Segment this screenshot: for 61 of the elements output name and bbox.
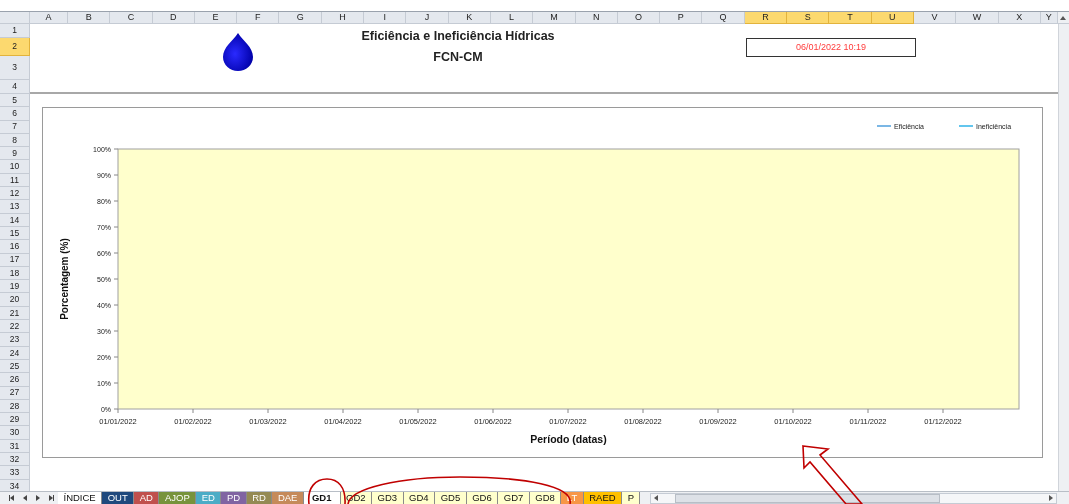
sheet-tab[interactable]: GD4 (403, 491, 436, 504)
sheet-tab[interactable]: GD8 (529, 491, 562, 504)
sheet-tab[interactable]: AD (134, 491, 160, 504)
column-header[interactable]: G (279, 12, 322, 24)
row-header[interactable]: 4 (0, 80, 30, 94)
row-header[interactable]: 23 (0, 333, 30, 347)
column-header[interactable]: P (660, 12, 703, 24)
column-header[interactable]: N (575, 12, 618, 24)
sheet-tab[interactable]: OUT (102, 491, 135, 504)
row-header[interactable]: 16 (0, 240, 30, 254)
column-header[interactable]: V (913, 12, 957, 24)
row-header[interactable]: 22 (0, 320, 30, 334)
sheet-tab[interactable]: PD (221, 491, 247, 504)
column-header[interactable]: A (30, 12, 68, 24)
column-header[interactable]: J (406, 12, 449, 24)
row-header[interactable]: 29 (0, 413, 30, 427)
row-header[interactable]: 1 (0, 24, 30, 38)
column-header[interactable]: R (744, 12, 788, 24)
column-header[interactable]: W (956, 12, 999, 24)
sheet-tab[interactable]: P (622, 491, 641, 504)
row-header[interactable]: 2 (0, 38, 30, 56)
y-axis-title: Porcentagem (%) (59, 238, 70, 320)
column-header[interactable]: O (617, 12, 661, 24)
sheet-tab[interactable]: GD7 (498, 491, 530, 504)
sheet-tab[interactable]: ÍNDICE (58, 491, 103, 504)
sheet-tab[interactable]: GD6 (466, 491, 499, 504)
sheet-tab[interactable]: GD5 (435, 491, 467, 504)
column-header[interactable]: T (829, 12, 872, 24)
column-header[interactable]: F (237, 12, 280, 24)
sheet-tab[interactable]: RAED (583, 491, 623, 504)
column-header[interactable]: K (448, 12, 491, 24)
row-header[interactable]: 13 (0, 200, 30, 214)
column-header[interactable]: H (321, 12, 365, 24)
column-header[interactable]: C (110, 12, 153, 24)
column-header[interactable]: I (364, 12, 407, 24)
column-header[interactable]: B (68, 12, 111, 24)
row-header[interactable]: 30 (0, 426, 30, 440)
column-header[interactable]: L (490, 12, 534, 24)
column-header[interactable]: D (152, 12, 195, 24)
column-header[interactable]: E (194, 12, 238, 24)
row-header[interactable]: 33 (0, 466, 30, 480)
column-header[interactable]: M (533, 12, 576, 24)
column-header[interactable]: X (998, 12, 1041, 24)
column-header[interactable]: U (871, 12, 914, 24)
report-title: Eficiência e Ineficiência Hídricas (361, 28, 555, 44)
row-header[interactable]: 5 (0, 94, 30, 108)
row-header[interactable]: 32 (0, 453, 30, 467)
row-header[interactable]: 20 (0, 293, 30, 307)
row-header[interactable]: 12 (0, 187, 30, 201)
row-header[interactable]: 19 (0, 280, 30, 294)
sheet-tab[interactable]: GD3 (372, 491, 404, 504)
column-header[interactable]: Q (702, 12, 745, 24)
row-header[interactable]: 26 (0, 373, 30, 387)
row-header[interactable]: 3 (0, 56, 30, 80)
date-cell[interactable]: 06/01/2022 10:19 (746, 38, 916, 57)
row-header[interactable]: 6 (0, 107, 30, 121)
x-axis-title: Período (datas) (530, 433, 607, 445)
column-header[interactable]: S (787, 12, 830, 24)
row-header[interactable]: 10 (0, 160, 30, 174)
report-subtitle: FCN-CM (433, 49, 483, 65)
row-header[interactable]: 9 (0, 147, 30, 161)
